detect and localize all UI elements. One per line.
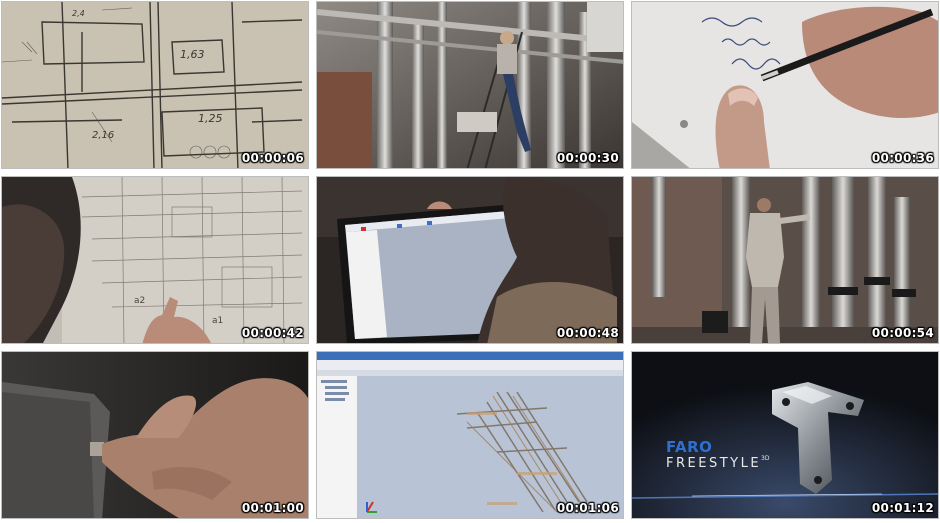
point-cloud-scene: [317, 352, 623, 518]
timestamp: 00:00:06: [241, 151, 304, 165]
pipes-ladder-scene: [317, 2, 623, 168]
timestamp: 00:00:36: [871, 151, 934, 165]
svg-text:1,63: 1,63: [180, 48, 205, 61]
faro-logo: FARO: [666, 438, 713, 456]
timestamp: 00:00:42: [241, 326, 304, 340]
timestamp: 00:01:00: [241, 501, 304, 515]
thumbnail-8: 00:01:06: [316, 351, 624, 519]
thumbnail-6: 00:00:54: [631, 176, 939, 344]
blueprint-scene: 1,63 1,25 2,16 2,4: [2, 2, 308, 168]
scanner-hand-scene: [2, 352, 308, 518]
product-scene: [632, 352, 938, 518]
product-name-text: FREESTYLE: [666, 456, 762, 471]
thumbnail-7: 00:01:00: [1, 351, 309, 519]
thumbnail-4: a2 a1 00:00:42: [1, 176, 309, 344]
svg-text:2,16: 2,16: [92, 130, 114, 141]
thumbnail-5: 00:00:48: [316, 176, 624, 344]
writing-scene: [632, 2, 938, 168]
thumbnail-2: 00:00:30: [316, 1, 624, 169]
svg-text:1,25: 1,25: [198, 112, 223, 125]
timestamp: 00:00:54: [871, 326, 934, 340]
product-suffix: 3D: [761, 455, 770, 462]
svg-text:a2: a2: [134, 296, 145, 306]
svg-text:2,4: 2,4: [72, 9, 85, 18]
timestamp: 00:01:12: [871, 501, 934, 515]
thumbnail-1: 1,63 1,25 2,16 2,4 00:00:06: [1, 1, 309, 169]
svg-text:a1: a1: [212, 316, 223, 326]
scanning-scene: [632, 177, 938, 343]
product-name: FREESTYLE3D: [666, 455, 770, 471]
timestamp: 00:00:30: [556, 151, 619, 165]
thumbnail-3: 00:00:36: [631, 1, 939, 169]
thumbnail-grid: 1,63 1,25 2,16 2,4 00:00:06 00:00:30 00:…: [0, 0, 940, 523]
blueprint-reading-scene: a2 a1: [2, 177, 308, 343]
tablet-scene: [317, 177, 623, 343]
timestamp: 00:01:06: [556, 501, 619, 515]
thumbnail-9: FARO FREESTYLE3D 00:01:12: [631, 351, 939, 519]
timestamp: 00:00:48: [556, 326, 619, 340]
